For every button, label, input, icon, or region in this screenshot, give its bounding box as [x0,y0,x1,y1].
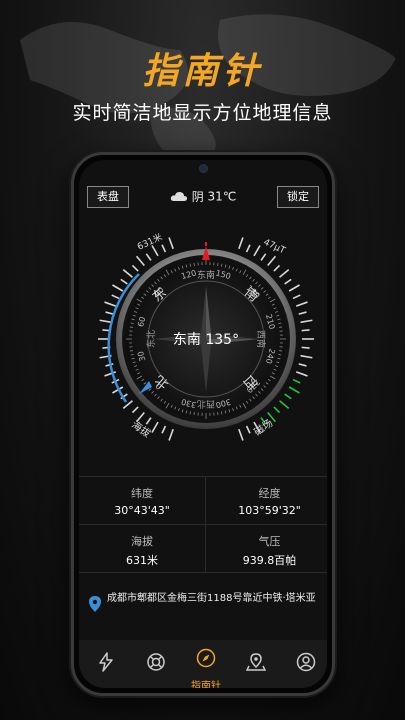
front-camera [198,164,208,173]
outer-tick [298,363,307,367]
address-text: 成都市郫都区金梅三街1188号靠近中铁·塔米亚 [107,593,316,604]
tab-compass-label: 指南针 [191,681,221,688]
compass-dial[interactable]: 90120 15018021024027030033003060 东南 135° … [79,214,327,464]
magnetic-arc-value: 47μT [262,238,287,257]
promo-title: 指南针 [142,51,263,92]
outer-tick [168,428,174,441]
outer-tick [273,406,281,414]
outer-tick [161,425,167,434]
outer-tick [120,278,128,285]
user-icon [296,652,316,672]
compass-icon [196,648,216,668]
map-pin-icon [246,653,266,671]
outer-tick [112,284,124,292]
outer-tick [135,255,145,266]
outer-tick [279,268,290,278]
tab-lifebuoy[interactable] [131,640,181,688]
pressure-label: 气压 [258,535,281,548]
outer-tick [301,346,310,349]
location-pin-icon [89,596,101,612]
outer-tick [295,301,308,307]
outer-tick [253,245,261,257]
longitude-cell: 经度 103°59'32" [206,477,327,525]
dir-label-xinan: 西南 [255,330,267,348]
outer-tick [161,244,167,253]
outer-tick [104,301,117,307]
outer-tick [298,311,307,315]
dir-label-dongbei: 东北 [145,330,157,348]
outer-tick [301,329,310,332]
address-row[interactable]: 成都市郫都区金梅三街1188号靠近中铁·塔米亚 [87,592,319,612]
outer-tick [245,244,251,253]
longitude-label: 经度 [258,487,281,500]
outer-tick [295,371,308,377]
dir-label-xibei: 西北 [197,398,215,409]
longitude-value: 103°59'32" [238,504,301,517]
outer-tick [245,425,251,434]
outer-tick [122,268,133,278]
phone-frame: 表盘 阴 31℃ 锁定 90 120 150 180 210 240 270 3… [71,152,335,696]
outer-tick [99,319,112,324]
lifebuoy-icon [147,653,165,671]
top-bar: 表盘 阴 31℃ 锁定 [79,186,327,210]
heading-readout: 东南 135° [173,332,239,348]
outer-tick [145,417,152,425]
weather-condition: 阴 [191,190,204,204]
lightning-icon [99,652,113,672]
altitude-cell: 海拔 631米 [79,525,206,573]
bottom-tab-bar: 指南针 [79,640,327,688]
outer-tick [238,428,244,441]
outer-tick [131,406,139,414]
outer-tick [284,278,292,285]
tab-profile[interactable] [281,640,327,688]
outer-tick [260,253,267,261]
latitude-label: 纬度 [131,487,153,500]
outer-tick [284,393,292,400]
promo-subtitle: 实时简洁地显示方位地理信息 [72,102,333,124]
outer-tick [151,245,159,257]
tab-map[interactable] [231,640,281,688]
geo-info-grid: 纬度 30°43'43" 经度 103°59'32" 海拔 631米 气压 93… [79,476,327,573]
pressure-value: 939.8百帕 [242,554,297,567]
outer-tick [288,386,300,394]
outer-tick [300,319,313,324]
outer-tick [292,294,301,300]
pressure-cell: 气压 939.8百帕 [206,525,327,573]
temperature: 31℃ [207,189,237,204]
lock-button[interactable]: 锁定 [277,186,319,208]
outer-tick [151,421,159,433]
outer-tick [131,264,139,272]
altitude-arc-value: 631米 [135,231,164,253]
outer-tick [238,237,244,250]
latitude-cell: 纬度 30°43'43" [79,477,206,525]
outer-tick [292,378,301,384]
outer-tick [273,264,281,272]
outer-tick [111,294,120,300]
outer-tick [105,311,114,315]
outer-tick [267,255,277,266]
outer-tick [168,237,174,250]
outer-tick [288,284,300,292]
outer-tick [300,354,313,359]
altitude-label: 海拔 [131,535,153,548]
outer-tick [145,253,152,261]
latitude-value: 30°43'43" [114,504,170,517]
phone-screen: 表盘 阴 31℃ 锁定 90 120 150 180 210 240 270 3… [79,160,327,688]
tab-compass[interactable]: 指南针 [181,640,231,688]
altitude-arc-label: 海拔 [129,418,153,440]
outer-tick [279,400,290,410]
altitude-value: 631米 [126,554,158,567]
cloud-icon [170,191,187,201]
dir-label-dongnan: 东南 [197,269,215,281]
tab-lightning[interactable] [81,640,131,688]
